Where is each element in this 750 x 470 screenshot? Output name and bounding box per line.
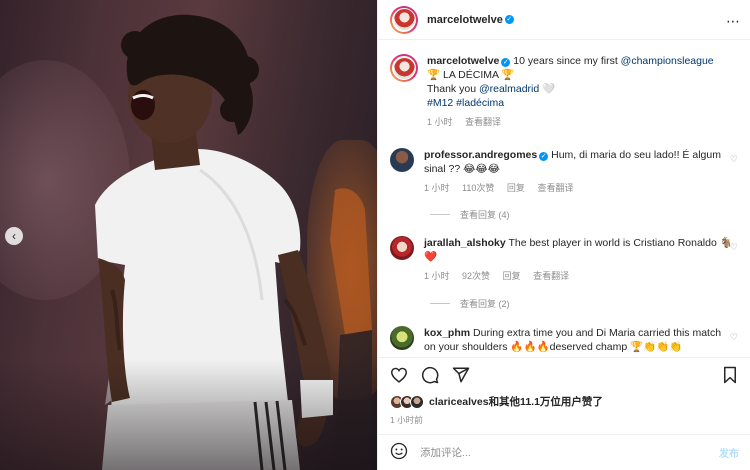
white-heart-emoji: 🤍 <box>542 83 556 95</box>
replies-line <box>430 303 450 304</box>
comment-like-heart-icon[interactable]: ♡ <box>730 332 738 343</box>
comment-like-count[interactable]: 110次赞 <box>462 183 494 193</box>
comment-body: kox_phm During extra time you and Di Mar… <box>424 326 734 354</box>
comment-username[interactable]: jarallah_alshoky <box>424 237 506 249</box>
share-paper-plane-icon[interactable] <box>450 364 472 386</box>
post-comment-button[interactable]: 发布 <box>719 445 739 460</box>
comment-body: jarallah_alshoky The best player in worl… <box>424 236 734 283</box>
comment-reply-button[interactable]: 回复 <box>503 271 521 281</box>
verified-badge-icon: ✓ <box>539 152 549 161</box>
comment-username[interactable]: kox_phm <box>424 327 470 339</box>
verified-badge-icon: ✓ <box>504 15 514 24</box>
comment-input[interactable] <box>420 446 690 459</box>
likes-summary[interactable]: claricealves 和其他11.1万位用户赞了 <box>390 394 603 409</box>
comment-time[interactable]: 1 小时 <box>424 271 450 281</box>
more-options-icon[interactable]: ⋯ <box>726 13 740 30</box>
view-replies-toggle[interactable]: 查看回复 (2) <box>430 297 510 310</box>
caption-meta: 1 小时 查看翻译 <box>427 115 714 129</box>
likes-count-text[interactable]: 和其他11.1万位用户赞了 <box>489 394 603 409</box>
comment-meta: 1 小时 92次赞 回复 查看翻译 <box>424 269 734 283</box>
post-side-panel: marcelotwelve ✓ ⋯ marcelotwelve ✓ 10 year… <box>377 0 750 470</box>
post-caption: marcelotwelve ✓ 10 years since my first @… <box>390 54 740 129</box>
view-replies-label: 查看回复 (2) <box>460 299 510 309</box>
commenter-avatar[interactable] <box>390 236 414 260</box>
comment-item: professor.andregomes ✓ Hum, di maria do s… <box>390 148 740 195</box>
comment-item: jarallah_alshoky The best player in worl… <box>390 236 740 283</box>
commenter-avatar[interactable] <box>390 326 414 350</box>
chevron-left-icon: ‹ <box>12 229 16 243</box>
photo-bottom-shade <box>0 360 377 470</box>
caption-avatar-ring[interactable] <box>390 54 418 82</box>
comment-translate-link[interactable]: 查看翻译 <box>533 271 569 281</box>
liker-avatar <box>410 394 424 409</box>
post-header: marcelotwelve ✓ ⋯ <box>378 0 750 40</box>
comment-bubble-icon[interactable] <box>419 364 441 386</box>
comment-like-heart-icon[interactable]: ♡ <box>730 242 738 253</box>
author-username[interactable]: marcelotwelve <box>427 14 503 26</box>
replies-line <box>430 214 450 215</box>
comment-time[interactable]: 1 小时 <box>424 183 450 193</box>
comment-meta: 1 小时 110次赞 回复 查看翻译 <box>424 181 734 195</box>
caption-text: 10 years since my first <box>513 55 618 67</box>
author-avatar <box>393 9 415 30</box>
post-timestamp[interactable]: 1 小时前 <box>390 414 423 426</box>
verified-badge-icon: ✓ <box>501 58 511 67</box>
caption-avatar <box>393 57 415 79</box>
like-heart-icon[interactable] <box>388 364 410 386</box>
save-bookmark-icon[interactable] <box>719 364 741 386</box>
comment-like-heart-icon[interactable]: ♡ <box>730 154 738 165</box>
author-avatar-ring[interactable] <box>390 5 418 34</box>
comment-reply-button[interactable]: 回复 <box>507 183 525 193</box>
caption-username[interactable]: marcelotwelve <box>427 55 499 67</box>
comment-username[interactable]: professor.andregomes <box>424 149 537 161</box>
view-replies-label: 查看回复 (4) <box>460 210 510 220</box>
comment-composer: 发布 <box>378 434 750 470</box>
comment-body: professor.andregomes ✓ Hum, di maria do s… <box>424 148 734 195</box>
caption-hashtags[interactable]: #M12 #ladécima <box>427 96 714 110</box>
caption-thanks: Thank you <box>427 83 477 95</box>
emoji-picker-icon[interactable] <box>390 442 408 463</box>
post-action-bar <box>378 357 750 391</box>
previous-image-button[interactable]: ‹ <box>5 227 23 245</box>
comment-translate-link[interactable]: 查看翻译 <box>537 183 573 193</box>
caption-time[interactable]: 1 小时 <box>427 117 453 127</box>
caption-body: marcelotwelve ✓ 10 years since my first @… <box>427 54 714 129</box>
mention-championsleague[interactable]: @championsleague <box>621 55 714 67</box>
view-replies-toggle[interactable]: 查看回复 (4) <box>430 208 510 221</box>
comment-like-count[interactable]: 92次赞 <box>462 271 490 281</box>
liker-avatars <box>390 394 426 409</box>
comment-item: kox_phm During extra time you and Di Mar… <box>390 326 740 354</box>
caption-translate-link[interactable]: 查看翻译 <box>465 117 501 127</box>
liker-username[interactable]: claricealves <box>429 396 489 408</box>
instagram-post-view: ‹ marcelotwelve ✓ ⋯ marcelotwelve ✓ 10 y… <box>0 0 750 470</box>
caption-line-2: 🏆 LA DÉCIMA 🏆 <box>427 69 515 81</box>
commenter-avatar[interactable] <box>390 148 414 172</box>
post-photo: ‹ <box>0 0 377 470</box>
mention-realmadrid[interactable]: @realmadrid <box>479 83 539 95</box>
